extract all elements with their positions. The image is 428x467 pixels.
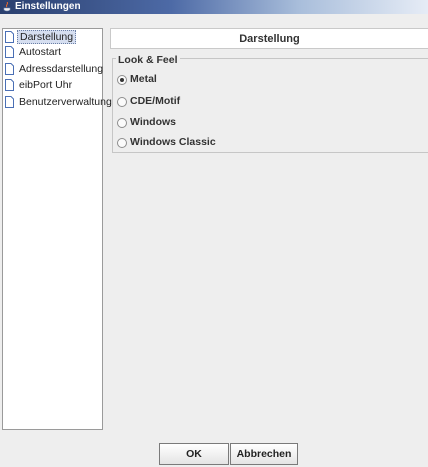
tree-item-label: Benutzerverwaltung	[19, 96, 112, 108]
window-title: Einstellungen	[15, 1, 81, 12]
document-icon	[5, 96, 14, 108]
tree-item-label: Darstellung	[17, 30, 77, 44]
radio-label: Metal	[130, 73, 157, 85]
radio-label: Windows Classic	[130, 136, 216, 148]
tree-item-label: Autostart	[19, 46, 62, 58]
radio-selected-icon	[117, 75, 127, 85]
radio-unselected-icon	[117, 118, 127, 128]
cancel-button[interactable]: Abbrechen	[230, 443, 298, 465]
group-title: Look & Feel	[116, 54, 180, 66]
title-bar: Einstellungen	[0, 0, 428, 14]
document-icon	[5, 46, 14, 58]
radio-label: Windows	[130, 116, 176, 128]
document-icon	[5, 79, 14, 91]
tree-item-label: Adressdarstellung	[19, 63, 104, 75]
tree-item-label: eibPort Uhr	[19, 79, 73, 91]
java-icon	[3, 2, 11, 12]
settings-tree[interactable]: Darstellung Autostart Adressdarstellung …	[2, 28, 112, 430]
radio-unselected-icon	[117, 138, 127, 148]
ok-button[interactable]: OK	[159, 443, 229, 465]
document-icon	[5, 31, 14, 43]
page-title: Darstellung	[110, 28, 428, 49]
document-icon	[5, 63, 14, 75]
radio-unselected-icon	[117, 97, 127, 107]
radio-label: CDE/Motif	[130, 95, 181, 107]
